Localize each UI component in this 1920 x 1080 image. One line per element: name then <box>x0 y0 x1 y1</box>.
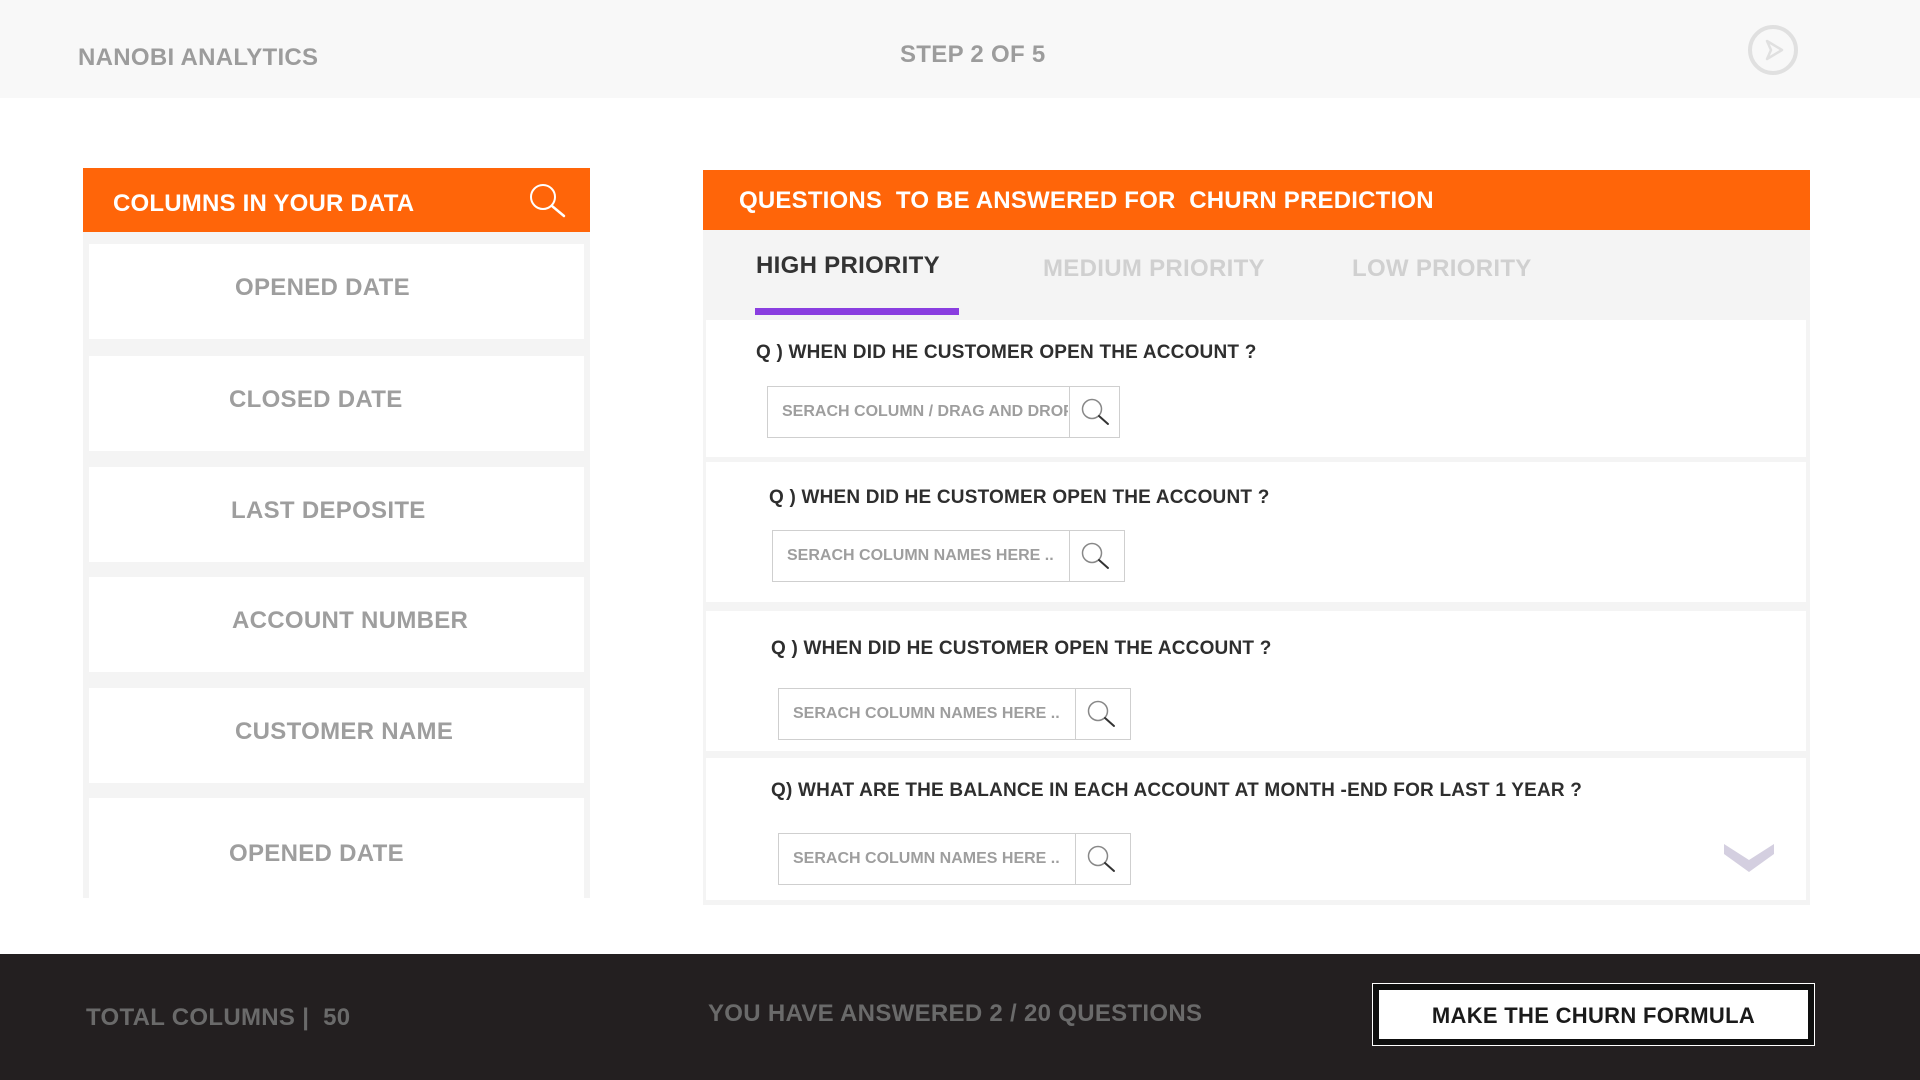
question-card: Q ) WHEN DID HE CUSTOMER OPEN THE ACCOUN… <box>706 611 1806 751</box>
search-icon <box>1081 542 1109 569</box>
column-search-button[interactable] <box>1075 834 1125 884</box>
column-list: OPENED DATE CLOSED DATE LAST DEPOSITE AC… <box>83 232 590 898</box>
question-card: Q) WHAT ARE THE BALANCE IN EACH ACCOUNT … <box>706 758 1806 900</box>
search-icon <box>1087 700 1115 727</box>
tab-medium-priority[interactable]: MEDIUM PRIORITY <box>1043 255 1265 283</box>
column-search-box <box>772 530 1125 582</box>
tab-low-priority[interactable]: LOW PRIORITY <box>1352 255 1532 283</box>
priority-tabs: HIGH PRIORITY MEDIUM PRIORITY LOW PRIORI… <box>703 230 1810 316</box>
column-item-label: OPENED DATE <box>235 274 410 301</box>
column-item[interactable]: ACCOUNT NUMBER <box>89 577 584 672</box>
column-item[interactable]: OPENED DATE <box>89 798 584 898</box>
column-search-input[interactable] <box>779 834 1074 884</box>
column-item-label: OPENED DATE <box>229 840 404 867</box>
columns-panel: COLUMNS IN YOUR DATA OPENED DATE CLOSED … <box>83 168 590 898</box>
column-search-button[interactable] <box>1069 531 1119 581</box>
active-tab-indicator <box>755 308 959 315</box>
columns-panel-title: COLUMNS IN YOUR DATA <box>113 190 415 217</box>
step-indicator: STEP 2 OF 5 <box>900 41 1046 68</box>
column-item-label: LAST DEPOSITE <box>231 497 426 524</box>
column-search-input[interactable] <box>779 689 1074 739</box>
top-bar: NANOBI ANALYTICS STEP 2 OF 5 <box>0 0 1920 98</box>
question-card: Q ) WHEN DID HE CUSTOMER OPEN THE ACCOUN… <box>706 320 1806 457</box>
column-search-button[interactable] <box>1069 387 1119 437</box>
column-item[interactable]: CLOSED DATE <box>89 356 584 451</box>
play-arrow-circle-icon <box>1765 39 1784 61</box>
questions-panel: QUESTIONS TO BE ANSWERED FOR CHURN PREDI… <box>703 170 1810 905</box>
questions-panel-title: QUESTIONS TO BE ANSWERED FOR CHURN PREDI… <box>739 187 1434 214</box>
column-item-label: CLOSED DATE <box>229 386 403 413</box>
question-text: Q ) WHEN DID HE CUSTOMER OPEN THE ACCOUN… <box>756 342 1257 363</box>
column-item[interactable]: CUSTOMER NAME <box>89 688 584 783</box>
question-text: Q ) WHEN DID HE CUSTOMER OPEN THE ACCOUN… <box>769 487 1270 508</box>
question-card: Q ) WHEN DID HE CUSTOMER OPEN THE ACCOUN… <box>706 462 1806 602</box>
make-churn-formula-label: MAKE THE CHURN FORMULA <box>1431 1003 1756 1028</box>
columns-panel-header: COLUMNS IN YOUR DATA <box>83 168 590 232</box>
answered-progress: YOU HAVE ANSWERED 2 / 20 QUESTIONS <box>708 1000 1203 1027</box>
column-search-button[interactable] <box>1075 689 1125 739</box>
brand-name: NANOBI ANALYTICS <box>78 44 319 71</box>
search-icon <box>1087 845 1115 872</box>
question-text: Q ) WHEN DID HE CUSTOMER OPEN THE ACCOUN… <box>771 638 1272 659</box>
column-item-label: CUSTOMER NAME <box>235 718 454 745</box>
next-step-button[interactable] <box>1748 25 1798 75</box>
column-item[interactable]: OPENED DATE <box>89 244 584 339</box>
column-search-box <box>778 688 1131 740</box>
column-item[interactable]: LAST DEPOSITE <box>89 467 584 562</box>
column-search-input[interactable] <box>768 387 1068 437</box>
search-icon <box>1081 398 1109 425</box>
footer-bar: TOTAL COLUMNS | 50 YOU HAVE ANSWERED 2 /… <box>0 954 1920 1080</box>
question-text: Q) WHAT ARE THE BALANCE IN EACH ACCOUNT … <box>771 780 1583 801</box>
column-search-input[interactable] <box>773 531 1068 581</box>
total-columns-count: TOTAL COLUMNS | 50 <box>86 1004 351 1031</box>
tab-high-priority[interactable]: HIGH PRIORITY <box>756 252 940 280</box>
questions-panel-header: QUESTIONS TO BE ANSWERED FOR CHURN PREDI… <box>703 170 1810 230</box>
column-search-box <box>767 386 1120 438</box>
chevron-down-icon[interactable] <box>1724 840 1774 874</box>
make-churn-formula-button[interactable]: MAKE THE CHURN FORMULA <box>1372 983 1815 1046</box>
column-search-box <box>778 833 1131 885</box>
column-item-label: ACCOUNT NUMBER <box>232 607 469 634</box>
search-icon[interactable] <box>526 181 568 221</box>
